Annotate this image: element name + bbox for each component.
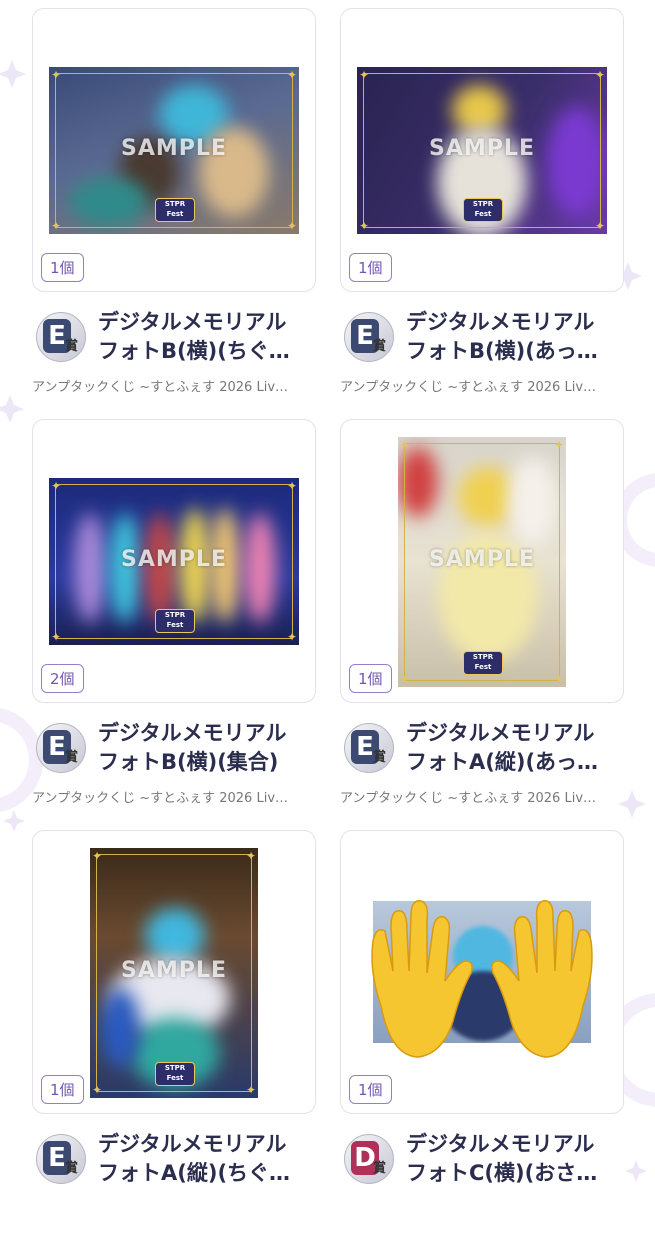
event-logo: STPR Fest: [155, 1062, 195, 1086]
prize-title[interactable]: デジタルメモリアル フォトA(縦)(ちぐ…: [98, 1130, 318, 1188]
sample-watermark: SAMPLE: [429, 547, 535, 572]
quantity-badge: 2個: [41, 664, 84, 693]
prize-thumbnail[interactable]: ✦ ✦ ✦ ✦ SAMPLE STPR Fest 1個: [340, 8, 624, 292]
prize-card[interactable]: ✦ ✦ ✦ ✦ SAMPLE STPR Fest 1個 E 賞 デジタルメモリアル フ…: [340, 8, 624, 419]
grade-e-icon: E 賞: [36, 723, 86, 773]
event-logo: STPR Fest: [463, 198, 503, 222]
sample-photo: ✦ ✦ ✦ ✦ SAMPLE STPR Fest: [90, 848, 258, 1098]
prize-title[interactable]: デジタルメモリアル フォトC(横)(おさ…: [406, 1130, 626, 1188]
grade-e-icon: E 賞: [344, 723, 394, 773]
prize-title[interactable]: デジタルメモリアル フォトB(横)(あっ…: [406, 308, 626, 366]
quantity-badge: 1個: [41, 1075, 84, 1104]
sample-watermark: SAMPLE: [121, 546, 227, 572]
quantity-badge: 1個: [349, 664, 392, 693]
quantity-badge: 1個: [349, 1075, 392, 1104]
lottery-name: アンプタックくじ ~すとふぇす 2026 Liv…: [32, 791, 289, 806]
sample-photo: ✦ ✦ ✦ ✦ SAMPLE STPR Fest: [49, 478, 299, 645]
sample-watermark: SAMPLE: [121, 135, 227, 161]
lottery-name: アンプタックくじ ~すとふぇす 2026 Liv…: [340, 380, 597, 395]
prize-thumbnail[interactable]: ✦ ✦ ✦ ✦ SAMPLE STPR Fest 1個: [32, 8, 316, 292]
grade-e-icon: E 賞: [344, 312, 394, 362]
sample-photo: ✦ ✦ ✦ ✦ SAMPLE STPR Fest: [357, 67, 607, 234]
prize-grid: ✦ ✦ ✦ ✦ SAMPLE STPR Fest 1個 E 賞 デジタルメモリアル フ…: [32, 8, 624, 1241]
prize-title[interactable]: デジタルメモリアル フォトA(縦)(あっ…: [406, 719, 626, 777]
grade-d-icon: D 賞: [344, 1134, 394, 1184]
lottery-name: アンプタックくじ ~すとふぇす 2026 Liv…: [340, 791, 597, 806]
event-logo: STPR Fest: [463, 651, 503, 675]
sample-photo: ✦ ✦ ✦ ✦ SAMPLE STPR Fest: [49, 67, 299, 234]
prize-card[interactable]: ✦ ✦ ✦ ✦ SAMPLE STPR Fest 1個 E 賞 デジタルメモリアル フ…: [340, 419, 624, 830]
prize-card[interactable]: 1個 D 賞 デジタルメモリアル フォトC(横)(おさ…: [340, 830, 624, 1241]
raised-hands-icon: [371, 900, 593, 1058]
quantity-badge: 1個: [41, 253, 84, 282]
prize-thumbnail[interactable]: ✦ ✦ ✦ ✦ SAMPLE STPR Fest 1個: [340, 419, 624, 703]
prize-card[interactable]: ✦ ✦ ✦ ✦ SAMPLE STPR Fest 1個 E 賞 デジタルメモリアル フ…: [32, 830, 316, 1241]
prize-thumbnail[interactable]: ✦ ✦ ✦ ✦ SAMPLE STPR Fest 1個: [32, 830, 316, 1114]
prize-thumbnail[interactable]: 1個: [340, 830, 624, 1114]
prize-card[interactable]: ✦ ✦ ✦ ✦ SAMPLE STPR Fest 1個 E 賞 デジタルメモリアル フ…: [32, 8, 316, 419]
prize-title[interactable]: デジタルメモリアル フォトB(横)(ちぐ…: [98, 308, 318, 366]
event-logo: STPR Fest: [155, 198, 195, 222]
prize-card[interactable]: ✦ ✦ ✦ ✦ SAMPLE STPR Fest 2個 E 賞 デジタルメモリアル フ…: [32, 419, 316, 830]
prize-title[interactable]: デジタルメモリアル フォトB(横)(集合): [98, 719, 318, 777]
sample-watermark: SAMPLE: [429, 135, 535, 161]
lottery-name: アンプタックくじ ~すとふぇす 2026 Liv…: [32, 380, 289, 395]
sample-watermark: SAMPLE: [121, 958, 227, 983]
sample-photo: ✦ ✦ ✦ ✦ SAMPLE STPR Fest: [398, 437, 566, 687]
event-logo: STPR Fest: [155, 609, 195, 633]
prize-thumbnail[interactable]: ✦ ✦ ✦ ✦ SAMPLE STPR Fest 2個: [32, 419, 316, 703]
quantity-badge: 1個: [349, 253, 392, 282]
grade-e-icon: E 賞: [36, 1134, 86, 1184]
grade-e-icon: E 賞: [36, 312, 86, 362]
